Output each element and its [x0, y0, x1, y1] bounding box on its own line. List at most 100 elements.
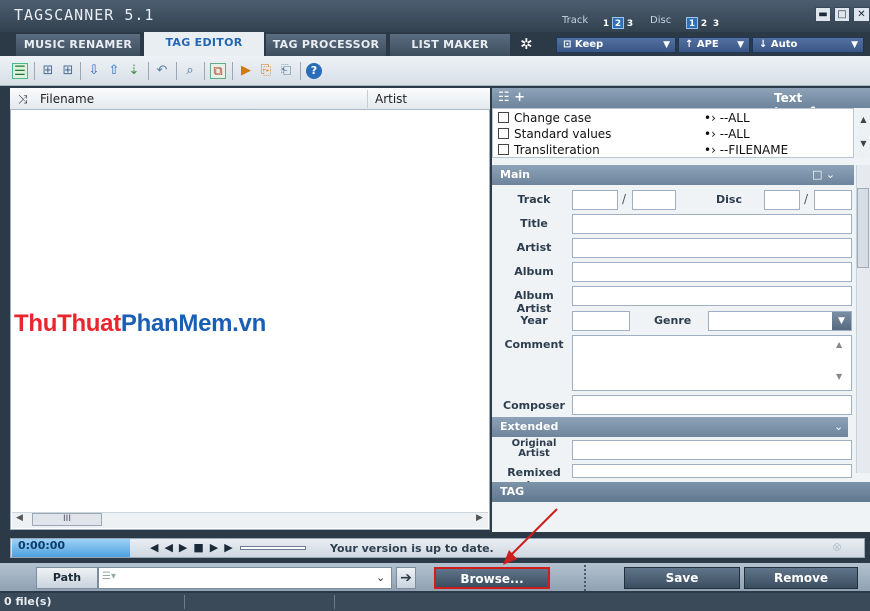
remove-button[interactable]: Remove [744, 567, 858, 589]
disc-1[interactable]: 1 [686, 17, 698, 29]
ape-select-value: ↑ APE [685, 39, 719, 50]
arrow-down-icon[interactable]: ⇩ [86, 63, 102, 79]
transform-value: •› --FILENAME [704, 143, 789, 157]
info-icon[interactable]: ⊗ [832, 540, 842, 554]
play-icon[interactable]: ▶ [179, 541, 193, 554]
copy-tag-icon[interactable]: ⎘ [258, 63, 274, 79]
disc-input[interactable] [764, 190, 800, 210]
disc-2[interactable]: 2 [698, 18, 710, 30]
ape-select[interactable]: ↑ APE ▼ [678, 37, 750, 53]
track-1[interactable]: 1 [600, 18, 612, 30]
list-add-icon[interactable]: ☷ + [498, 90, 525, 105]
album-input[interactable] [572, 262, 852, 282]
chevron-down-icon[interactable]: ⌄ [834, 420, 843, 433]
maximize-button[interactable]: □ [834, 7, 850, 22]
search-icon[interactable]: ⌕ [182, 63, 198, 79]
original-artist-label-2: Artist [518, 448, 550, 459]
path-label-button[interactable]: Path [36, 567, 98, 589]
track-label: Track [562, 15, 589, 26]
track-3[interactable]: 3 [624, 18, 636, 30]
play-file-icon[interactable]: ▶ [238, 63, 254, 79]
year-input[interactable] [572, 311, 630, 331]
scroll-down-icon[interactable]: ▼ [836, 372, 842, 381]
tag-section-header[interactable]: TAG [492, 482, 870, 502]
section-collapse-icon[interactable]: □ ⌄ [812, 168, 835, 181]
checkbox[interactable] [498, 144, 509, 155]
edit-tag-icon[interactable]: ⧉ [210, 63, 226, 79]
scroll-up-icon[interactable]: ▲ [836, 340, 842, 349]
comment-field-label: Comment [504, 338, 564, 351]
close-button[interactable]: ✕ [853, 7, 870, 22]
transform-row-change-case[interactable]: Change case [498, 111, 591, 125]
scroll-thumb[interactable]: III [32, 513, 102, 526]
track-2[interactable]: 2 [612, 17, 624, 29]
album-artist-field-label: Album Artist [514, 289, 554, 315]
track-number-selector[interactable]: 123 [600, 15, 636, 30]
track-input[interactable] [572, 190, 618, 210]
disc-number-selector[interactable]: 123 [686, 15, 722, 30]
tab-list-maker[interactable]: LIST MAKER [390, 34, 510, 56]
stop-icon[interactable]: ■ [193, 541, 209, 554]
composer-input[interactable] [572, 395, 852, 415]
auto-select-value: ↓ Auto [759, 39, 798, 50]
tab-tag-processor[interactable]: TAG PROCESSOR [266, 34, 386, 56]
remixed-by-input[interactable] [572, 464, 852, 478]
genre-select[interactable] [708, 311, 852, 331]
seek-slider[interactable] [240, 546, 306, 550]
scroll-left-icon[interactable]: ◀ [16, 513, 23, 523]
disc-total-input[interactable] [814, 190, 852, 210]
keep-select[interactable]: ⊡ Keep ▼ [556, 37, 676, 53]
go-arrow-icon[interactable]: ➔ [396, 567, 416, 589]
settings-gear-icon[interactable]: ✲ [520, 35, 533, 53]
transform-value-text: --FILENAME [719, 143, 789, 157]
checkbox[interactable] [498, 112, 509, 123]
auto-select[interactable]: ↓ Auto ▼ [752, 37, 864, 53]
shuffle-icon[interactable]: ⤨ [18, 92, 28, 107]
checkbox[interactable] [498, 128, 509, 139]
chevron-down-icon: ▼ [663, 40, 670, 50]
album-artist-input[interactable] [572, 286, 852, 306]
column-filename[interactable]: Filename [40, 92, 94, 106]
comment-textarea[interactable] [572, 335, 852, 391]
original-artist-input[interactable] [572, 440, 852, 460]
transform-scrollbar[interactable]: ▲ ▼ [857, 108, 870, 158]
tab-tag-editor[interactable]: TAG EDITOR [144, 32, 264, 56]
transform-row-transliteration[interactable]: Transliteration [498, 143, 600, 157]
column-artist[interactable]: Artist [375, 92, 407, 106]
sort-icon[interactable]: ⇣ [126, 63, 142, 79]
title-input[interactable] [572, 214, 852, 234]
browse-button[interactable]: Browse... [434, 567, 550, 589]
minimize-button[interactable]: ▬ [815, 7, 831, 22]
scroll-right-icon[interactable]: ▶ [476, 513, 483, 523]
player-controls[interactable]: ◀◀▶■▶▶ [150, 541, 239, 554]
main-section-title: Main [500, 168, 530, 181]
tab-music-renamer[interactable]: MUSIC RENAMER [16, 34, 140, 56]
chevron-down-icon: ▼ [737, 40, 744, 50]
file-list[interactable] [10, 88, 490, 530]
disc-3[interactable]: 3 [710, 18, 722, 30]
grid-view-icon[interactable]: ⊞ [40, 63, 56, 79]
path-history-icon[interactable]: ☰▾ [102, 571, 116, 582]
chevron-down-icon[interactable]: ⌄ [376, 571, 385, 584]
transform-row-standard-values[interactable]: Standard values [498, 127, 611, 141]
main-section-header[interactable]: Main [492, 165, 854, 185]
track-total-input[interactable] [632, 190, 676, 210]
main-scroll-thumb[interactable] [857, 188, 869, 268]
chevron-down-icon[interactable]: ▼ [832, 312, 851, 330]
help-icon[interactable]: ? [306, 63, 322, 79]
panel-toggle-icon[interactable]: ☰ [12, 63, 28, 79]
artist-input[interactable] [572, 238, 852, 258]
grid-alt-icon[interactable]: ⊞ [60, 63, 76, 79]
arrow-up-icon[interactable]: ⇧ [106, 63, 122, 79]
path-input[interactable] [98, 567, 392, 589]
save-button[interactable]: Save [624, 567, 740, 589]
undo-icon[interactable]: ↶ [154, 63, 170, 79]
playback-time: 0:00:00 [12, 539, 130, 557]
annotation-arrow [503, 508, 558, 565]
fast-forward-icon[interactable]: ▶▶ [210, 541, 239, 554]
composer-field-label: Composer [503, 399, 565, 412]
rewind-icon[interactable]: ◀◀ [150, 541, 179, 554]
paste-tag-icon[interactable]: ⎗ [278, 63, 294, 79]
transform-label: Standard values [514, 127, 612, 141]
extended-section-header[interactable]: Extended [492, 417, 848, 437]
